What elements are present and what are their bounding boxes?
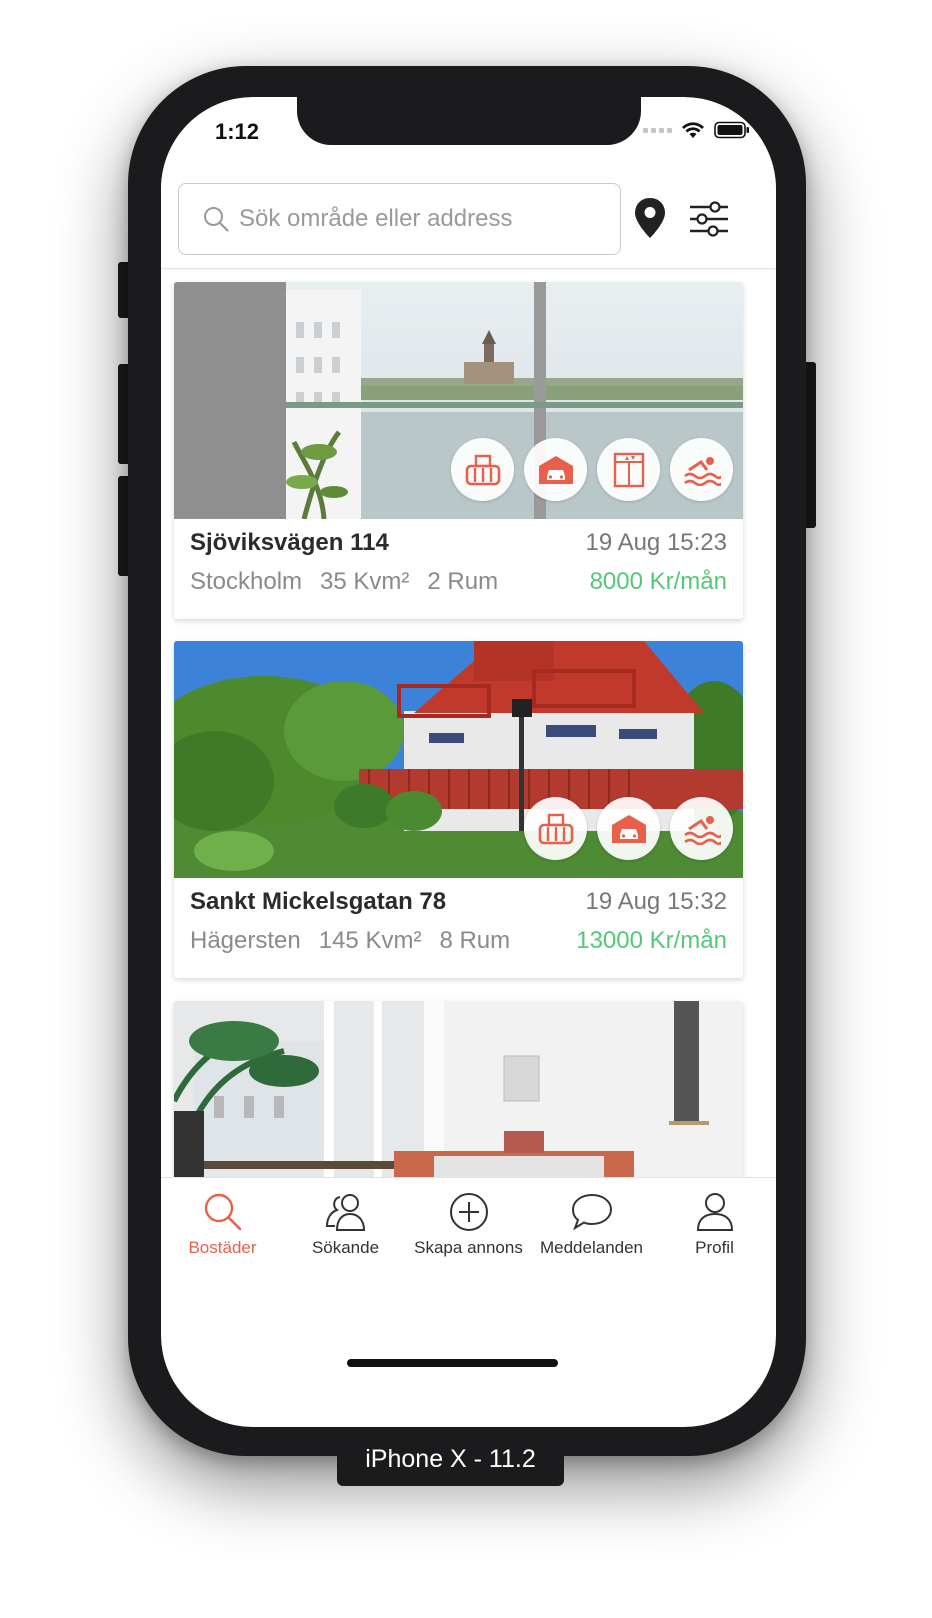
tab-label: Bostäder [188, 1238, 257, 1257]
home-indicator[interactable] [347, 1359, 558, 1367]
listing-meta: Hägersten 145 Kvm² 8 Rum [190, 927, 510, 955]
listing-card[interactable]: Sankt Mickelsgatan 78 19 Aug 15:32 Häger… [174, 641, 743, 978]
listing-card[interactable] [174, 1001, 743, 1177]
plus-circle-icon [449, 1193, 488, 1231]
listing-rooms: 8 Rum [439, 927, 511, 954]
status-indicators [643, 121, 750, 139]
map-pin-icon[interactable] [633, 197, 667, 239]
amenity-icons [451, 438, 733, 501]
listing-info: Sankt Mickelsgatan 78 19 Aug 15:32 Häger… [174, 878, 743, 978]
tab-profil[interactable]: Profil [653, 1178, 776, 1277]
listing-meta: Stockholm 35 Kvm² 2 Rum [190, 568, 498, 596]
listing-rooms: 2 Rum [427, 568, 499, 595]
tab-label: Skapa annons [414, 1238, 523, 1257]
tab-skapa-annons[interactable]: Skapa annons [407, 1178, 530, 1277]
pool-icon [670, 797, 733, 860]
phone-screen: 1:12 Sök område eller address Sjöviksväg… [161, 97, 776, 1427]
listing-city: Stockholm [190, 568, 303, 595]
listing-photo [174, 282, 743, 519]
tab-sokande[interactable]: Sökande [284, 1178, 407, 1277]
listing-size: 145 Kvm² [318, 927, 422, 954]
device-label: iPhone X - 11.2 [337, 1432, 564, 1486]
battery-icon [714, 121, 749, 139]
tab-meddelanden[interactable]: Meddelanden [530, 1178, 653, 1277]
listing-price: 8000 Kr/mån [589, 568, 727, 595]
listing-address: Sjöviksvägen 114 [190, 529, 389, 556]
listing-size: 35 Kvm² [320, 568, 410, 595]
listing-photo [174, 1001, 743, 1177]
listing-photo [174, 641, 743, 878]
tab-label: Profil [695, 1238, 734, 1257]
cellular-signal-icon [643, 127, 672, 133]
search-bar[interactable] [178, 183, 621, 255]
amenity-icons [524, 797, 733, 860]
search-icon [204, 1193, 241, 1231]
tab-bar: Bostäder Sökande Skapa annons Meddelande… [161, 1177, 776, 1277]
users-icon [325, 1194, 365, 1231]
notch [297, 97, 641, 145]
listing-info: Sjöviksvägen 114 19 Aug 15:23 Stockholm … [174, 519, 743, 619]
status-time: 1:12 [215, 119, 260, 144]
listing-date: 19 Aug 15:32 [585, 888, 727, 915]
search-header [161, 171, 776, 269]
listing-price: 13000 Kr/mån [576, 927, 727, 954]
listing-city: Hägersten [190, 927, 301, 954]
elevator-icon [597, 438, 660, 501]
tab-label: Meddelanden [539, 1238, 644, 1257]
tab-label: Sökande [311, 1238, 380, 1257]
listing-card[interactable]: Sjöviksvägen 114 19 Aug 15:23 Stockholm … [174, 282, 743, 619]
search-icon [204, 207, 229, 232]
chat-icon [571, 1193, 612, 1231]
garage-icon [524, 438, 587, 501]
filter-icon[interactable] [689, 201, 729, 237]
listing-address: Sankt Mickelsgatan 78 [190, 888, 447, 915]
user-icon [696, 1193, 733, 1231]
garage-icon [597, 797, 660, 860]
listing-list[interactable]: Sjöviksvägen 114 19 Aug 15:23 Stockholm … [161, 270, 776, 1177]
balcony-icon [524, 797, 587, 860]
pool-icon [670, 438, 733, 501]
search-input[interactable] [239, 205, 599, 233]
tab-bostader[interactable]: Bostäder [161, 1178, 284, 1277]
wifi-icon [682, 122, 704, 138]
listing-date: 19 Aug 15:23 [585, 529, 727, 556]
balcony-icon [451, 438, 514, 501]
